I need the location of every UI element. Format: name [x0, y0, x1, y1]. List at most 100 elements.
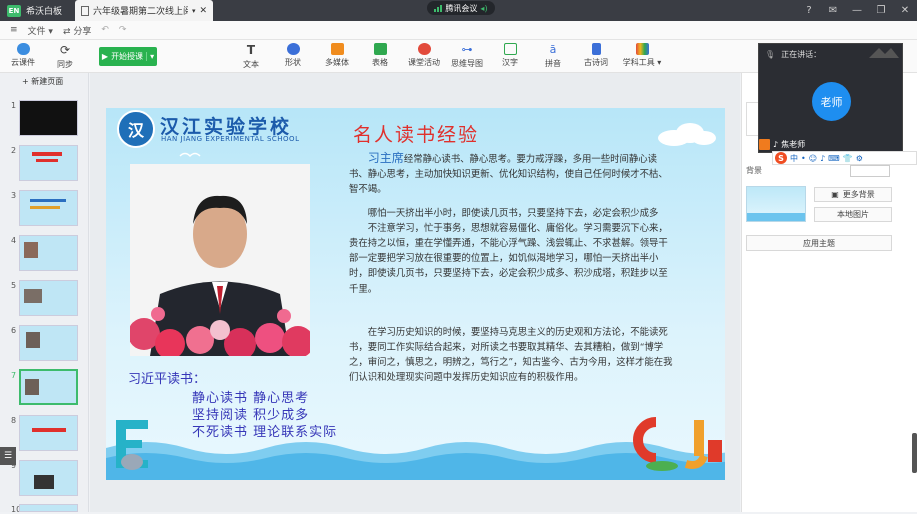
thumb-number: 3: [11, 191, 17, 200]
close-tab-icon[interactable]: ✕: [199, 6, 207, 16]
participant-name: 焦老师: [781, 139, 806, 149]
page-thumbnail[interactable]: [19, 145, 78, 181]
thumb-number: 4: [11, 236, 17, 245]
more-backgrounds-button[interactable]: ▣ 更多背景: [814, 187, 892, 202]
document-icon: [81, 5, 89, 16]
shape-tool[interactable]: 形状: [273, 43, 313, 73]
dropdown-icon[interactable]: ▾: [192, 7, 196, 15]
avatar: 老师: [812, 82, 851, 121]
sogou-logo-icon: S: [775, 152, 787, 164]
new-page-button[interactable]: + 新建页面: [22, 76, 63, 87]
apply-theme-label: 应用主题: [803, 238, 835, 248]
media-tool[interactable]: 多媒体: [317, 43, 357, 73]
share-menu[interactable]: ⇄ 分享: [63, 24, 91, 37]
ime-voice-icon[interactable]: ♪: [820, 154, 825, 163]
speaking-label: 正在讲话：: [781, 50, 822, 59]
undo-icon[interactable]: ↶: [101, 25, 109, 35]
page-thumbnail-selected[interactable]: [19, 369, 78, 405]
sync-button[interactable]: ⟳ 同步: [45, 43, 85, 73]
thumb-number: 7: [11, 371, 17, 380]
ime-mode-icon[interactable]: 中: [790, 153, 798, 164]
hanzi-label: 汉字: [502, 58, 518, 67]
speaker-name: 习主席: [367, 151, 404, 165]
start-class-button[interactable]: ▶ 开始授课 ▾: [99, 47, 157, 66]
letters-cj-crocodile-decoration: [633, 417, 722, 471]
ime-skin-icon[interactable]: 👕: [843, 154, 853, 163]
paragraph-4: 在学习历史知识的时候，要坚持马克思主义的历史观和方法论，不能读死书，要同工作实际…: [349, 326, 673, 384]
file-menu-label: 文件: [27, 26, 46, 37]
pinyin-tool[interactable]: ā 拼音: [533, 43, 573, 73]
text-tool[interactable]: T 文本: [231, 43, 271, 73]
more-backgrounds-label: 更多背景: [842, 190, 875, 199]
local-image-button[interactable]: 本地图片: [814, 207, 892, 222]
ime-tools-icon[interactable]: ⚙: [856, 154, 863, 163]
background-label: 背景: [746, 166, 762, 175]
ime-keyboard-icon[interactable]: ⌨: [828, 154, 840, 163]
speaker-icon: ◂): [480, 3, 488, 13]
page-thumbnail[interactable]: [19, 100, 78, 136]
menu-icon[interactable]: ≡: [10, 25, 18, 35]
quote-title: 习近平读书：: [128, 372, 207, 387]
mindmap-tool[interactable]: ⊶ 思维导图: [447, 43, 487, 73]
participant-label: ♪ 焦老师: [759, 136, 805, 152]
minimize-icon[interactable]: —: [845, 0, 869, 21]
hanzi-tool[interactable]: 汉字: [490, 43, 530, 73]
document-tab[interactable]: 六年级暑期第二次线上阅读... ▾ ✕: [75, 0, 213, 21]
help-icon[interactable]: ?: [797, 0, 821, 21]
mic-icon: 🎙: [765, 50, 776, 59]
share-menu-label: 分享: [73, 26, 92, 37]
window-controls: ? ✉ — ❐ ✕: [797, 0, 917, 21]
portrait-photo: [130, 164, 310, 356]
start-dropdown-icon[interactable]: ▾: [146, 52, 154, 61]
file-menu[interactable]: 文件 ▾: [28, 24, 53, 37]
page-thumbnail[interactable]: [19, 325, 78, 361]
shape-icon: [286, 43, 300, 55]
title-bar: EN 希沃白板 六年级暑期第二次线上阅读... ▾ ✕ 腾讯会议 ◂) ? ✉ …: [0, 0, 917, 21]
background-select[interactable]: [850, 165, 890, 177]
ime-punct-icon[interactable]: •: [801, 154, 806, 163]
thumb-number: 8: [11, 416, 17, 425]
paragraph-3: 不注意学习，忙于事务，思想就容易僵化、庸俗化。学习需要沉下心来，贵在持之以恒，重…: [349, 222, 668, 295]
cloud-button[interactable]: 云课件: [3, 43, 43, 73]
school-name-english: HAN JIANG EXPERIMENTAL SCHOOL: [161, 135, 300, 143]
cloud-decoration: [658, 123, 716, 146]
play-icon: ▶: [101, 52, 109, 61]
close-icon[interactable]: ✕: [893, 0, 917, 21]
subject-tool[interactable]: 学科工具 ▾: [619, 43, 665, 73]
page-thumbnail[interactable]: [19, 504, 78, 512]
app-tab-label: 希沃白板: [26, 7, 63, 17]
shape-label: 形状: [285, 58, 301, 67]
cloud-label: 云课件: [11, 58, 35, 67]
app-tab[interactable]: EN 希沃白板: [0, 0, 73, 21]
mindmap-icon: ⊶: [461, 43, 473, 56]
activity-tool[interactable]: 课堂活动: [404, 43, 444, 73]
redo-icon[interactable]: ↷: [119, 25, 127, 35]
page-thumbnail[interactable]: [19, 460, 78, 496]
subject-label: 学科工具 ▾: [622, 58, 662, 67]
ime-emoji-icon[interactable]: ☺: [809, 154, 817, 163]
sidebar-toggle-icon[interactable]: ☰: [0, 447, 16, 465]
mic-small-icon: ♪: [773, 139, 779, 149]
seagull-icon: [179, 152, 201, 158]
maximize-icon[interactable]: ❐: [869, 0, 893, 21]
thumb-number: 5: [11, 281, 17, 290]
page-thumbnail[interactable]: [19, 415, 78, 451]
background-preview[interactable]: [746, 186, 806, 222]
apply-theme-button[interactable]: 应用主题: [746, 235, 892, 251]
page-thumbnail[interactable]: [19, 190, 78, 226]
poetry-tool[interactable]: 古诗词: [576, 43, 616, 73]
poetry-label: 古诗词: [584, 58, 608, 67]
text-label: 文本: [243, 60, 259, 69]
page-thumbnail[interactable]: [19, 280, 78, 316]
table-tool[interactable]: 表格: [360, 43, 400, 73]
quote-line: 不死读书 理论联系实际: [192, 425, 338, 440]
scroll-handle[interactable]: [912, 433, 917, 473]
document-tab-label: 六年级暑期第二次线上阅读...: [93, 7, 188, 17]
meeting-indicator[interactable]: 腾讯会议 ◂): [427, 1, 495, 15]
easinote-logo-icon: EN: [7, 4, 21, 17]
input-method-toolbar[interactable]: S 中 • ☺ ♪ ⌨ 👕 ⚙: [772, 151, 917, 165]
sync-label: 同步: [57, 60, 73, 69]
thumb-number: 6: [11, 326, 17, 335]
page-thumbnail[interactable]: [19, 235, 78, 271]
mail-icon[interactable]: ✉: [821, 0, 845, 21]
